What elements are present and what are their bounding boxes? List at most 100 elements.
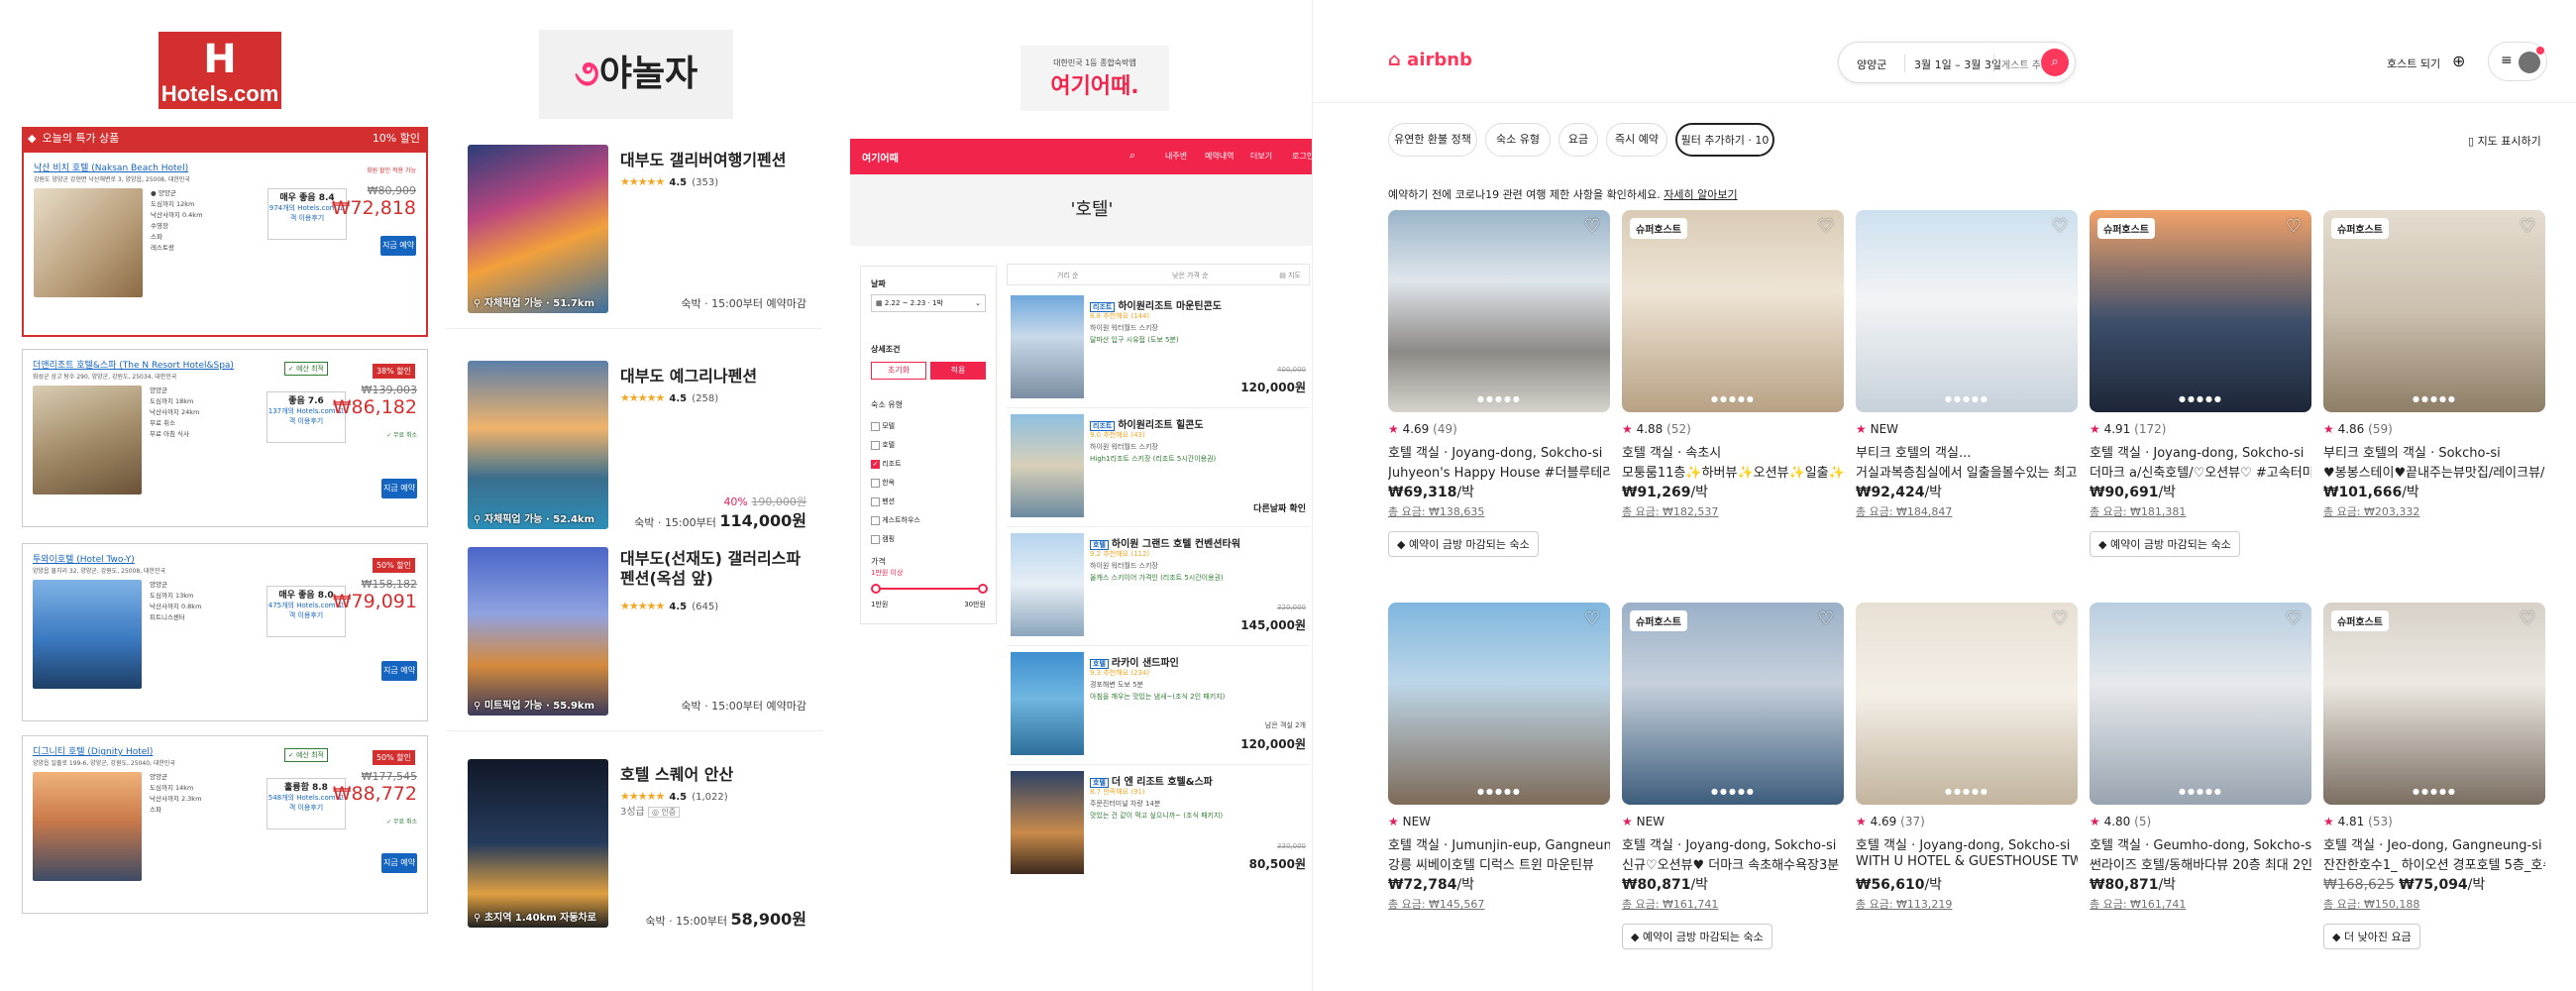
nav-nearby[interactable]: 내주변	[1165, 151, 1187, 162]
hotel-name[interactable]: 투와이호텔 (Hotel Two-Y)	[33, 552, 135, 565]
hotel-photo[interactable]	[33, 580, 142, 689]
listing-total[interactable]: 총 요금: ₩161,741	[1622, 896, 1718, 912]
globe-icon[interactable]: ⊕	[2452, 52, 2465, 70]
learn-more-link[interactable]: 자세히 알아보기	[1664, 188, 1737, 201]
sort-distance[interactable]: 거리 순	[1057, 271, 1079, 280]
listing-total[interactable]: 총 요금: ₩181,381	[2090, 503, 2186, 519]
reset-button[interactable]: 초기화	[871, 362, 926, 380]
heart-icon[interactable]: ♡	[1584, 216, 1600, 237]
filter-flexible-refund[interactable]: 유연한 환불 정책	[1388, 123, 1477, 157]
lodging-photo[interactable]: ⚲ 초지역 1.40km 자동차로	[468, 759, 608, 928]
filter-price[interactable]: 요금	[1558, 123, 1598, 157]
listing-photo[interactable]: ♡ ●●●●●	[1388, 210, 1610, 412]
filter-type[interactable]: 숙소 유형	[1485, 123, 1551, 157]
lodging-title[interactable]: 호텔 스퀘어 안산	[620, 761, 733, 785]
airbnb-logo[interactable]: ⌂ airbnb	[1388, 50, 1472, 70]
listing-photo[interactable]: ♡ ●●●●●	[2090, 603, 2311, 805]
heart-icon[interactable]: ♡	[2052, 608, 2068, 629]
listing-title[interactable]: 썬라이즈 호텔/동해바다뷰 20층 최대 2인 호텔/...	[2090, 854, 2311, 873]
lodging-title[interactable]: 대부도 예그리나펜션	[620, 363, 757, 386]
lodging-title[interactable]: 대부도 갤리버여행기펜션	[620, 147, 787, 170]
lodging-photo[interactable]	[1011, 414, 1084, 517]
listing-title[interactable]: WITH U HOTEL & GUESTHOUSE TWIN ROOM	[1856, 854, 2078, 869]
book-now-button[interactable]: 지금 예약	[381, 479, 417, 498]
hotel-card[interactable]: 낙산 비치 호텔 (Naksan Beach Hotel) 강원도 양양군 강현…	[22, 151, 428, 337]
map-button[interactable]: ▤ 지도	[1279, 271, 1301, 280]
result-row[interactable]: 리조트 하이원리조트 마운틴콘도 8.8 추천해요 (144) 하이원 워터월드 …	[1007, 289, 1310, 408]
book-now-button[interactable]: 지금 예약	[380, 236, 416, 256]
lodging-card[interactable]: ⚲ 자체픽업 가능 · 51.7km 대부도 갤리버여행기펜션 ★★★★★ 4.…	[446, 145, 822, 329]
listing-total[interactable]: 총 요금: ₩113,219	[1856, 896, 1952, 912]
nav-more[interactable]: 더보기	[1250, 151, 1272, 162]
nav-bookings[interactable]: 예약내역	[1205, 151, 1234, 162]
heart-icon[interactable]: ♡	[2520, 608, 2535, 629]
listing-photo[interactable]: 슈퍼호스트 ♡ ●●●●●	[2090, 210, 2311, 412]
hotel-photo[interactable]	[34, 188, 143, 297]
search-icon[interactable]: ⌕	[2041, 49, 2069, 76]
listing-photo[interactable]: 슈퍼호스트 ♡ ●●●●●	[2323, 603, 2545, 805]
lodging-photo[interactable]	[1011, 295, 1084, 398]
listing-title[interactable]: 더마크 a/신축호텔/♡오션뷰♡ #고속터미널	[2090, 462, 2311, 481]
user-menu[interactable]: ≡	[2488, 42, 2547, 81]
listing-photo[interactable]: ♡ ●●●●●	[1856, 210, 2078, 412]
listing-photo[interactable]: 슈퍼호스트 ♡ ●●●●●	[1622, 210, 1844, 412]
type-option[interactable]: 캠핑	[871, 530, 920, 549]
lodging-card[interactable]: ⚲ 초지역 1.40km 자동차로 호텔 스퀘어 안산 ★★★★★ 4.5 (1…	[446, 759, 822, 934]
heart-icon[interactable]: ♡	[2520, 216, 2535, 237]
listing-title[interactable]: 강릉 씨베이호텔 디럭스 트윈 마운틴뷰	[1388, 854, 1610, 873]
result-row[interactable]: 리조트 하이원리조트 힐콘도 9.0 추천해요 (43) 하이원 워터월드 스키장…	[1007, 408, 1310, 527]
listing-total[interactable]: 총 요금: ₩138,635	[1388, 503, 1484, 519]
type-option[interactable]: 펜션	[871, 493, 920, 511]
type-option[interactable]: 모텔	[871, 417, 920, 436]
lodging-photo[interactable]: ⚲ 자체픽업 가능 · 52.4km	[468, 361, 608, 529]
lodging-photo[interactable]	[1011, 771, 1084, 874]
lodging-card[interactable]: ⚲ 자체픽업 가능 · 52.4km 대부도 예그리나펜션 ★★★★★ 4.5 …	[446, 361, 822, 535]
hotel-card[interactable]: 더앤리조트 호텔&스파 (The N Resort Hotel&Spa) 화성군…	[22, 349, 428, 527]
date-selector[interactable]: ▦ 2.22 ~ 2.23 · 1박 ⌄	[871, 294, 986, 312]
lodging-title[interactable]: 대부도(선재도) 갤러리스파펜션(옥섬 앞)	[620, 549, 808, 589]
hotel-name[interactable]: 낙산 비치 호텔 (Naksan Beach Hotel)	[34, 161, 188, 173]
nav-login[interactable]: 로그인	[1292, 151, 1314, 162]
heart-icon[interactable]: ♡	[1818, 608, 1834, 629]
search-bar[interactable]: 양양군 3월 1일 – 3월 3일 게스트 추가 ⌕	[1838, 42, 2076, 83]
listing-title[interactable]: 잔잔한호수1_ 하이오션 경포호텔 5층_호수뷰	[2323, 854, 2545, 873]
type-option[interactable]: 게스트하우스	[871, 511, 920, 530]
listing-title[interactable]: 모퉁룸11층✨하버뷰✨오션뷰✨일출✨중앙시장	[1622, 462, 1844, 481]
yeogi-nav-logo[interactable]: 여기어때	[862, 150, 899, 165]
hotel-name[interactable]: 더앤리조트 호텔&스파 (The N Resort Hotel&Spa)	[33, 358, 234, 371]
apply-button[interactable]: 적용	[930, 362, 986, 380]
hotel-card[interactable]: 투와이호텔 (Hotel Two-Y) 양양읍 물치리 32, 양양군, 강원도…	[22, 543, 428, 721]
type-option[interactable]: ✓ 리조트	[871, 455, 920, 474]
hotel-card[interactable]: 디그니티 호텔 (Dignity Hotel) 양양읍 일출로 199-6, 양…	[22, 735, 428, 914]
book-now-button[interactable]: 지금 예약	[381, 661, 417, 681]
search-icon[interactable]: ⌕	[1129, 149, 1135, 163]
search-dates[interactable]: 3월 1일 – 3월 3일	[1914, 56, 2001, 72]
heart-icon[interactable]: ♡	[2286, 216, 2302, 237]
lodging-photo[interactable]	[1011, 652, 1084, 755]
hotel-photo[interactable]	[33, 385, 142, 495]
price-slider[interactable]	[871, 584, 988, 594]
sort-price[interactable]: 낮은 가격 순	[1172, 271, 1209, 280]
hotels-logo[interactable]: H Hotels.com	[159, 32, 281, 109]
listing-photo[interactable]: 슈퍼호스트 ♡ ●●●●●	[1622, 603, 1844, 805]
book-now-button[interactable]: 지금 예약	[381, 853, 417, 873]
hotel-photo[interactable]	[33, 772, 142, 881]
type-option[interactable]: 호텔	[871, 436, 920, 455]
listing-total[interactable]: 총 요금: ₩150,188	[2323, 896, 2419, 912]
lodging-photo[interactable]: ⚲ 미트픽업 가능 · 55.9km	[468, 547, 608, 716]
lodging-photo[interactable]: ⚲ 자체픽업 가능 · 51.7km	[468, 145, 608, 313]
filter-more[interactable]: 필터 추가하기 · 10	[1675, 123, 1774, 157]
heart-icon[interactable]: ♡	[1584, 608, 1600, 629]
filter-instant[interactable]: 즉시 예약	[1606, 123, 1667, 157]
heart-icon[interactable]: ♡	[1818, 216, 1834, 237]
listing-photo[interactable]: 슈퍼호스트 ♡ ●●●●●	[2323, 210, 2545, 412]
listing-title[interactable]: ♥봉봉스테이♥끝내주는뷰맛집/레이크뷰/아늑	[2323, 462, 2545, 481]
listing-total[interactable]: 총 요금: ₩145,567	[1388, 896, 1484, 912]
result-row[interactable]: 호텔 라카이 샌드파인 9.3 추천해요 (234) 경포해변 도보 5분 아침을…	[1007, 646, 1310, 765]
hotel-name[interactable]: 디그니티 호텔 (Dignity Hotel)	[33, 744, 153, 757]
listing-total[interactable]: 총 요금: ₩161,741	[2090, 896, 2186, 912]
lodging-photo[interactable]	[1011, 533, 1084, 636]
search-location[interactable]: 양양군	[1857, 56, 1886, 72]
type-option[interactable]: 한옥	[871, 474, 920, 493]
become-host-link[interactable]: 호스트 되기	[2387, 55, 2440, 71]
